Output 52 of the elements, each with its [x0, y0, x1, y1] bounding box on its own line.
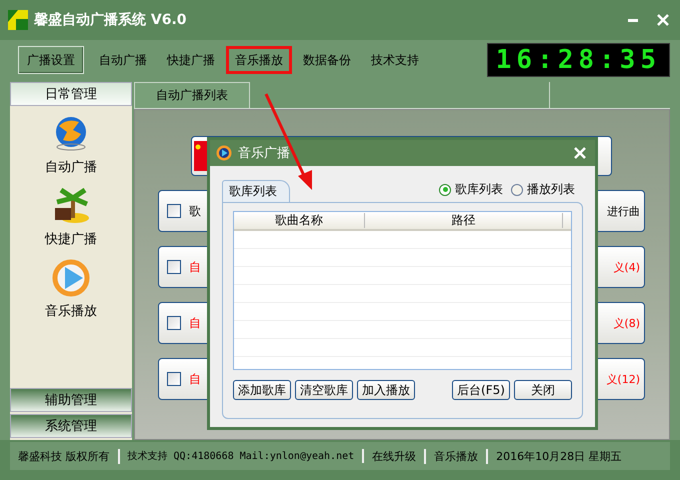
- card-label: 进行曲: [607, 204, 640, 218]
- checkbox[interactable]: [167, 204, 181, 218]
- dialog-button[interactable]: 后台(F5): [452, 380, 510, 400]
- menu-item[interactable]: 技术支持: [362, 46, 428, 74]
- sidebar-section-header[interactable]: 辅助管理: [10, 388, 132, 412]
- checkbox[interactable]: [167, 316, 181, 330]
- radio-button[interactable]: 播放列表: [511, 181, 575, 198]
- sidebar-section-header[interactable]: 日常管理: [10, 82, 132, 106]
- card-label: 义(4): [613, 260, 640, 274]
- column-header: 路径: [365, 213, 563, 228]
- menu-item[interactable]: 音乐播放: [226, 46, 292, 74]
- tab[interactable]: 歌库列表: [222, 180, 290, 202]
- column-header: 歌曲名称: [234, 213, 365, 228]
- dialog-button[interactable]: 添加歌库: [233, 380, 291, 400]
- close-icon: [574, 147, 586, 159]
- close-icon: [657, 14, 669, 26]
- window-title: 馨盛自动广播系统 V6.0: [34, 11, 188, 29]
- card-label: 歌: [189, 202, 201, 220]
- play-icon: [51, 258, 91, 298]
- menu-item[interactable]: 快捷广播: [158, 46, 224, 74]
- flag-icon: [194, 141, 207, 171]
- radio-dot[interactable]: [439, 184, 451, 196]
- menu-item[interactable]: 自动广播: [90, 46, 156, 74]
- card-label: 自: [189, 258, 201, 276]
- radio-button[interactable]: 歌库列表: [439, 181, 503, 198]
- dialog-button[interactable]: 关闭: [514, 380, 572, 400]
- status-text: 在线升级: [364, 448, 426, 464]
- sidebar-section-header[interactable]: 系统管理: [10, 414, 132, 438]
- dialog-button[interactable]: 清空歌库: [295, 380, 353, 400]
- digital-clock: 16:28:35: [486, 43, 670, 77]
- dialog-title: 音乐广播: [238, 145, 291, 162]
- dialog-button[interactable]: 加入播放: [357, 380, 415, 400]
- card-label: 自: [189, 314, 201, 332]
- app-logo-icon: [8, 10, 28, 30]
- sidebar-item[interactable]: 快捷广播: [45, 186, 97, 248]
- tab[interactable]: 自动广播列表: [134, 82, 250, 108]
- menu-item[interactable]: 广播设置: [18, 46, 84, 74]
- menu-item[interactable]: 数据备份: [294, 46, 360, 74]
- sidebar-item[interactable]: 音乐播放: [45, 258, 97, 320]
- minimize-icon: [628, 18, 638, 22]
- sidebar-item[interactable]: 自动广播: [45, 114, 97, 176]
- card-label: 义(12): [606, 372, 640, 386]
- checkbox[interactable]: [167, 372, 181, 386]
- status-text: 馨盛科技 版权所有: [10, 448, 120, 464]
- checkbox[interactable]: [167, 260, 181, 274]
- status-text: 2016年10月28日 星期五: [495, 448, 623, 464]
- status-text: 技术支持 QQ:4180668 Mail:ynlon@yeah.net: [120, 449, 364, 463]
- card-label: 自: [189, 370, 201, 388]
- play-icon: [216, 145, 232, 161]
- radio-dot[interactable]: [511, 184, 523, 196]
- card-label: 义(8): [613, 316, 640, 330]
- status-text: 音乐播放: [426, 448, 488, 464]
